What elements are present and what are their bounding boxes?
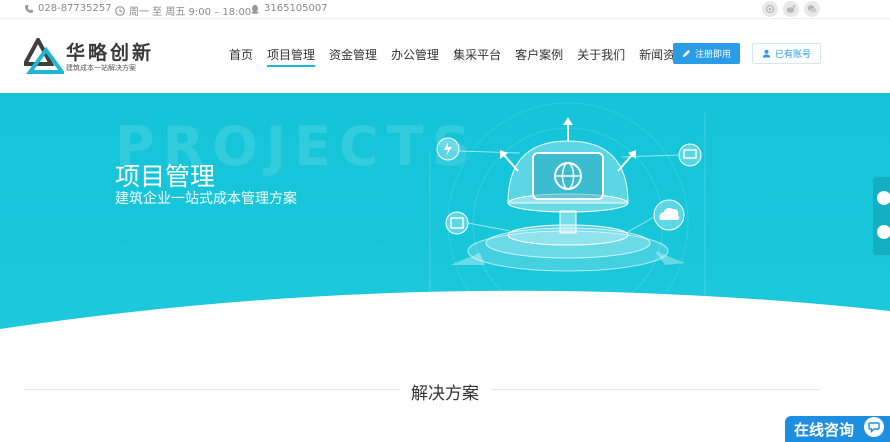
- qq-icon: [251, 4, 259, 14]
- section-heading: 解决方案: [0, 379, 890, 404]
- site-header: 华略创新 建筑成本一站解决方案 首页 项目管理 资金管理 办公管理 集采平台 客…: [0, 20, 890, 93]
- user-icon: [762, 49, 771, 58]
- top-info-bar: 028-87735257 周一 至 周五 9:00 – 18:00 316510…: [0, 0, 890, 19]
- qq-number: 3165105007: [264, 3, 328, 14]
- qq-info: 3165105007: [250, 3, 328, 14]
- business-hours: 周一 至 周五 9:00 – 18:00: [129, 7, 252, 18]
- section-heading-text: 解决方案: [399, 384, 491, 404]
- login-label: 已有账号: [774, 50, 811, 60]
- online-consult-label: 在线咨询: [794, 420, 855, 439]
- side-contact-float[interactable]: [873, 177, 890, 255]
- phone-info: 028-87735257: [24, 3, 112, 14]
- phone-icon: [25, 4, 33, 13]
- social-weibo[interactable]: [783, 1, 799, 17]
- nav-item-fund-management[interactable]: 资金管理: [322, 47, 384, 67]
- nav-item-procurement-platform[interactable]: 集采平台: [446, 47, 508, 67]
- banner-subtitle: 建筑企业一站式成本管理方案: [115, 191, 297, 207]
- wechat-icon: [807, 5, 817, 13]
- register-button[interactable]: 注册即用: [673, 43, 740, 64]
- login-button[interactable]: 已有账号: [752, 43, 821, 64]
- phone-float-icon[interactable]: [877, 225, 890, 239]
- online-consult-button[interactable]: 在线咨询: [785, 416, 890, 442]
- wechat-moments-icon: [765, 4, 775, 14]
- logo-icon[interactable]: [24, 38, 64, 74]
- hero-banner: PROJECTS 项目管理 建筑企业一站式成本管理方案: [0, 93, 890, 333]
- nav-item-about-us[interactable]: 关于我们: [570, 47, 632, 67]
- phone-number: 028-87735257: [38, 3, 112, 14]
- banner-curve: [0, 290, 890, 333]
- logo-subtitle: 建筑成本一站解决方案: [66, 64, 136, 72]
- logo-title[interactable]: 华略创新: [66, 38, 154, 65]
- weibo-icon: [786, 5, 796, 13]
- social-wechat[interactable]: [804, 1, 820, 17]
- nav-item-office-management[interactable]: 办公管理: [384, 47, 446, 67]
- nav-item-customer-cases[interactable]: 客户案例: [508, 47, 570, 67]
- social-moments[interactable]: [762, 1, 778, 17]
- nav-item-project-management[interactable]: 项目管理: [260, 47, 322, 67]
- qq-float-icon[interactable]: [877, 191, 890, 205]
- pencil-icon: [682, 49, 691, 58]
- main-nav: 首页 项目管理 资金管理 办公管理 集采平台 客户案例 关于我们 新闻资讯: [222, 47, 694, 67]
- register-label: 注册即用: [694, 50, 731, 60]
- chat-bubble-icon: [864, 417, 884, 437]
- cloud-dome-illustration: [429, 102, 706, 308]
- nav-item-home[interactable]: 首页: [222, 47, 260, 67]
- hours-info: 周一 至 周五 9:00 – 18:00: [115, 3, 251, 18]
- clock-icon: [115, 5, 125, 16]
